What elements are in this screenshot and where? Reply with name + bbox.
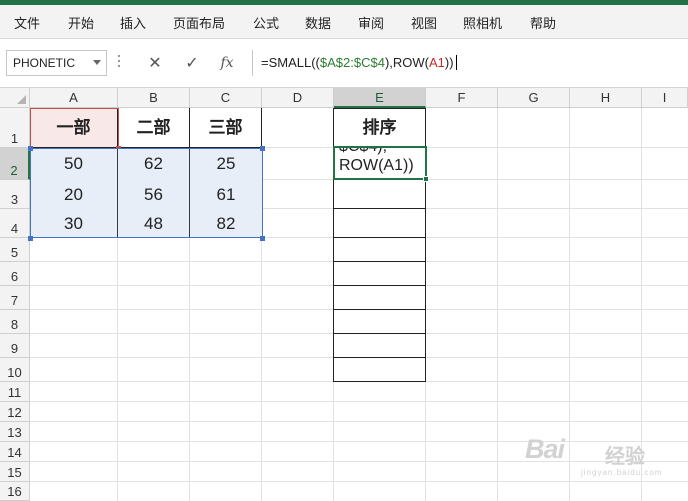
row-header-3[interactable]: 3: [0, 180, 30, 209]
range-handle[interactable]: [260, 236, 265, 241]
baidu-watermark: Bai 经验 jingyan.baidu.com: [525, 428, 661, 477]
cell-c3[interactable]: 61: [190, 180, 262, 209]
row-header-13[interactable]: 13: [0, 422, 30, 442]
menu-data[interactable]: 数据: [305, 13, 331, 32]
menu-view[interactable]: 视图: [411, 13, 437, 32]
formula-text-prefix: =SMALL((: [261, 55, 320, 70]
name-box-value: PHONETIC: [13, 56, 76, 70]
row-header-15[interactable]: 15: [0, 462, 30, 482]
row-header-8[interactable]: 8: [0, 310, 30, 334]
active-cell-e2-editor[interactable]: $C$4), ROW(A1)): [333, 146, 427, 180]
cell-e10[interactable]: [333, 358, 426, 382]
gridline: [497, 108, 498, 501]
text-caret: [455, 55, 457, 70]
formula-range-ref: $A$2:$C$4: [319, 55, 385, 70]
cell-c2[interactable]: 25: [190, 148, 262, 180]
row-header-16[interactable]: 16: [0, 482, 30, 501]
cell-e1[interactable]: 排序: [333, 108, 426, 148]
column-header-g[interactable]: G: [498, 88, 570, 108]
column-header-a[interactable]: A: [30, 88, 118, 108]
formula-text-suffix: )): [444, 55, 454, 70]
ribbon-menu-bar: 文件 开始 插入 页面布局 公式 数据 审阅 视图 照相机 帮助: [0, 5, 688, 39]
row-header-7[interactable]: 7: [0, 286, 30, 310]
menu-review[interactable]: 审阅: [358, 13, 384, 32]
gridline: [30, 401, 688, 402]
check-icon[interactable]: ✓: [177, 50, 207, 76]
row-header-11[interactable]: 11: [0, 382, 30, 402]
row-header-9[interactable]: 9: [0, 334, 30, 358]
cell-b4[interactable]: 48: [118, 209, 190, 238]
column-header-c[interactable]: C: [190, 88, 262, 108]
menu-camera[interactable]: 照相机: [463, 13, 502, 32]
insert-function-icon[interactable]: fx: [212, 50, 242, 76]
select-all-triangle-icon: [17, 95, 26, 104]
row-header-1[interactable]: 1: [0, 108, 30, 148]
column-header-e[interactable]: E: [334, 88, 426, 108]
drag-handle-icon[interactable]: [118, 55, 121, 71]
watermark-text: Bai: [525, 434, 565, 464]
formula-bar: PHONETIC ✕ ✓ fx =SMALL(($A$2:$C$4),ROW(A…: [0, 40, 688, 88]
row-header-10[interactable]: 10: [0, 358, 30, 382]
row-header-14[interactable]: 14: [0, 442, 30, 462]
cell-e4[interactable]: [333, 209, 426, 238]
range-handle[interactable]: [28, 146, 33, 151]
menu-page-layout[interactable]: 页面布局: [173, 13, 225, 32]
column-header-b[interactable]: B: [118, 88, 190, 108]
cell-b2[interactable]: 62: [118, 148, 190, 180]
cell-e9[interactable]: [333, 334, 426, 358]
menu-file[interactable]: 文件: [14, 13, 40, 32]
menu-home[interactable]: 开始: [68, 13, 94, 32]
active-cell-text-line2: ROW(A1)): [339, 157, 414, 174]
row-header-4[interactable]: 4: [0, 209, 30, 238]
column-header-h[interactable]: H: [570, 88, 642, 108]
formula-cell-ref: A1: [429, 55, 445, 70]
cell-b1[interactable]: 二部: [118, 108, 190, 148]
cell-e7[interactable]: [333, 286, 426, 310]
cell-c4[interactable]: 82: [190, 209, 262, 238]
column-header-i[interactable]: I: [642, 88, 688, 108]
menu-help[interactable]: 帮助: [530, 13, 556, 32]
cell-e5[interactable]: [333, 238, 426, 262]
cell-a1[interactable]: 一部: [30, 108, 118, 148]
column-header-d[interactable]: D: [262, 88, 334, 108]
cell-a2[interactable]: 50: [30, 148, 118, 180]
formula-input[interactable]: =SMALL(($A$2:$C$4),ROW(A1)): [252, 50, 688, 76]
gridline: [30, 421, 688, 422]
row-header-6[interactable]: 6: [0, 262, 30, 286]
row-header-2[interactable]: 2: [0, 148, 30, 180]
cell-b3[interactable]: 56: [118, 180, 190, 209]
menu-insert[interactable]: 插入: [120, 13, 146, 32]
name-box[interactable]: PHONETIC: [6, 50, 107, 76]
chevron-down-icon[interactable]: [93, 60, 101, 65]
range-handle[interactable]: [28, 236, 33, 241]
cell-e3[interactable]: [333, 180, 426, 209]
cell-c1[interactable]: 三部: [190, 108, 262, 148]
menu-formulas[interactable]: 公式: [253, 13, 279, 32]
cell-e8[interactable]: [333, 310, 426, 334]
fill-handle[interactable]: [423, 176, 429, 182]
column-header-f[interactable]: F: [426, 88, 498, 108]
active-cell-text-line1: $C$4),: [339, 146, 388, 155]
watermark-sub: jingyan.baidu.com: [581, 468, 663, 477]
row-header-12[interactable]: 12: [0, 402, 30, 422]
formula-text-mid: ),ROW(: [384, 55, 429, 70]
cell-e6[interactable]: [333, 262, 426, 286]
select-all-corner[interactable]: [0, 88, 30, 108]
watermark-cn: 经验: [605, 446, 645, 468]
cell-a4[interactable]: 30: [30, 209, 118, 238]
row-header-5[interactable]: 5: [0, 238, 30, 262]
cell-a3[interactable]: 20: [30, 180, 118, 209]
range-handle[interactable]: [260, 146, 265, 151]
gridline: [30, 481, 688, 482]
cancel-icon[interactable]: ✕: [140, 50, 170, 76]
